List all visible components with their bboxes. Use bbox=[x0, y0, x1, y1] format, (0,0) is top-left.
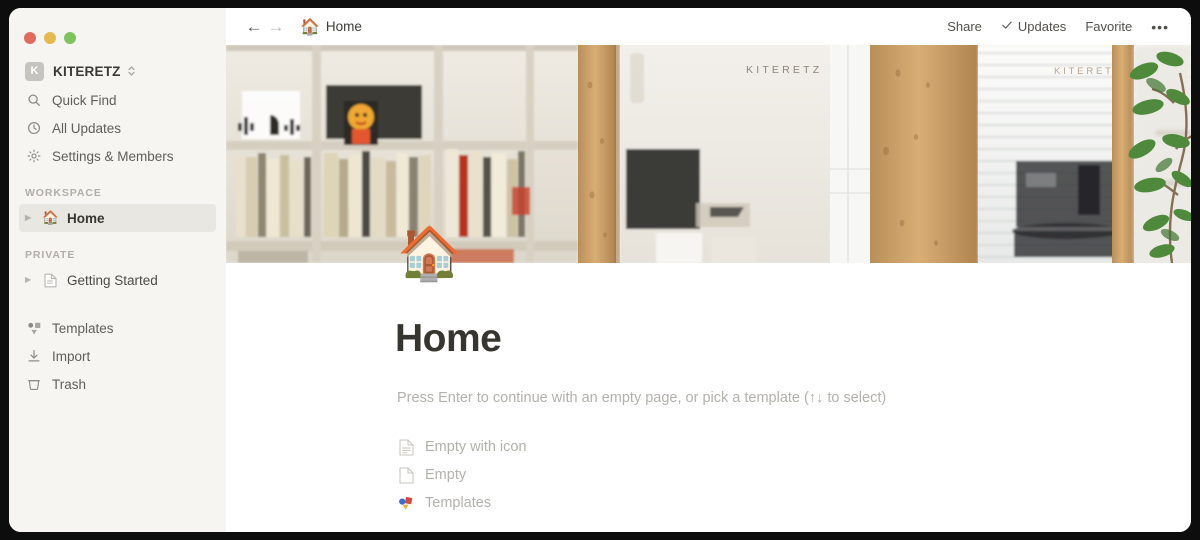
home-emoji-icon: 🏠 bbox=[42, 210, 59, 225]
import-icon bbox=[25, 349, 43, 363]
breadcrumb-label: Home bbox=[325, 19, 362, 34]
sidebar-item-label: Templates bbox=[52, 320, 114, 336]
sidebar-item-label: Trash bbox=[52, 376, 87, 392]
template-option-label: Empty bbox=[425, 467, 467, 483]
page-emoji-icon[interactable]: 🏠 bbox=[397, 228, 462, 280]
sidebar-item-all-updates[interactable]: All Updates bbox=[19, 114, 216, 142]
template-option-empty[interactable]: Empty bbox=[395, 461, 815, 489]
top-bar-actions: Share Updates Favorite ••• bbox=[939, 15, 1177, 39]
sidebar-item-quick-find[interactable]: Quick Find bbox=[19, 86, 216, 114]
sidebar-page-getting-started[interactable]: ▶ Getting Started bbox=[19, 266, 216, 294]
document-blank-icon bbox=[395, 466, 417, 484]
sidebar: K KITERETZ Quick Find All Updates Settin… bbox=[9, 8, 226, 532]
sidebar-item-import[interactable]: Import bbox=[19, 342, 216, 370]
minimize-button[interactable] bbox=[44, 31, 56, 44]
share-button[interactable]: Share bbox=[939, 15, 990, 38]
workspace-switcher[interactable]: K KITERETZ bbox=[19, 56, 216, 86]
document-icon bbox=[41, 273, 60, 288]
page-cover-image[interactable]: KITERETZ KITERETZ bbox=[226, 45, 1191, 263]
sidebar-item-settings-members[interactable]: Settings & Members bbox=[19, 142, 216, 170]
home-emoji-icon: 🏠 bbox=[300, 18, 320, 36]
sidebar-item-label: Settings & Members bbox=[52, 148, 174, 164]
template-options-list: Empty with icon Empty Templates bbox=[395, 433, 815, 517]
document-lines-icon bbox=[395, 438, 417, 456]
templates-icon bbox=[25, 321, 43, 336]
disclosure-triangle-icon[interactable]: ▶ bbox=[25, 214, 38, 222]
template-option-label: Templates bbox=[425, 495, 492, 511]
forward-button[interactable]: → bbox=[265, 18, 287, 35]
sidebar-page-label: Home bbox=[67, 210, 105, 226]
sidebar-item-label: Import bbox=[52, 348, 91, 364]
workspace-name: KITERETZ bbox=[53, 63, 121, 79]
back-button[interactable]: ← bbox=[243, 18, 265, 35]
updates-label: Updates bbox=[1017, 19, 1067, 34]
sidebar-page-label: Getting Started bbox=[67, 272, 158, 288]
page-title[interactable]: Home bbox=[395, 317, 502, 361]
workspace-badge: K bbox=[25, 61, 44, 81]
trash-icon bbox=[25, 377, 43, 391]
check-icon bbox=[1001, 19, 1013, 34]
favorite-button[interactable]: Favorite bbox=[1077, 15, 1140, 38]
sidebar-bottom-group: Templates Import Trash bbox=[9, 314, 226, 398]
gear-icon bbox=[25, 149, 43, 163]
clock-icon bbox=[25, 121, 43, 135]
template-option-label: Empty with icon bbox=[425, 439, 527, 455]
template-option-templates[interactable]: Templates bbox=[395, 489, 815, 517]
cover-artwork: KITERETZ KITERETZ bbox=[226, 45, 1191, 263]
sidebar-item-trash[interactable]: Trash bbox=[19, 370, 216, 398]
templates-color-icon bbox=[395, 495, 417, 511]
more-options-button[interactable]: ••• bbox=[1143, 15, 1177, 39]
app-window: K KITERETZ Quick Find All Updates Settin… bbox=[9, 8, 1191, 532]
share-label: Share bbox=[947, 19, 982, 34]
chevron-up-down-icon bbox=[127, 65, 136, 77]
sidebar-item-templates[interactable]: Templates bbox=[19, 314, 216, 342]
main-content: ← → 🏠 Home Share Updates Favorite ••• KI… bbox=[226, 8, 1191, 532]
cover-wall-text-left: KITERETZ bbox=[746, 64, 822, 76]
zoom-button[interactable] bbox=[64, 31, 76, 44]
sidebar-page-home[interactable]: ▶ 🏠 Home bbox=[19, 204, 216, 232]
window-controls bbox=[9, 16, 226, 50]
favorite-label: Favorite bbox=[1085, 19, 1133, 34]
top-bar: ← → 🏠 Home Share Updates Favorite ••• bbox=[226, 8, 1191, 45]
page-body: 🏠 Home Press Enter to continue with an e… bbox=[226, 228, 1191, 532]
section-label-workspace: WORKSPACE bbox=[25, 187, 102, 199]
sidebar-item-label: Quick Find bbox=[52, 92, 117, 108]
updates-button[interactable]: Updates bbox=[993, 15, 1074, 38]
breadcrumb[interactable]: 🏠 Home bbox=[295, 15, 367, 39]
close-button[interactable] bbox=[24, 31, 36, 44]
empty-page-hint: Press Enter to continue with an empty pa… bbox=[397, 390, 887, 406]
sidebar-item-label: All Updates bbox=[52, 120, 122, 136]
disclosure-triangle-icon[interactable]: ▶ bbox=[25, 276, 38, 284]
search-icon bbox=[25, 93, 43, 107]
section-label-private: PRIVATE bbox=[25, 249, 76, 261]
template-option-empty-with-icon[interactable]: Empty with icon bbox=[395, 433, 815, 461]
